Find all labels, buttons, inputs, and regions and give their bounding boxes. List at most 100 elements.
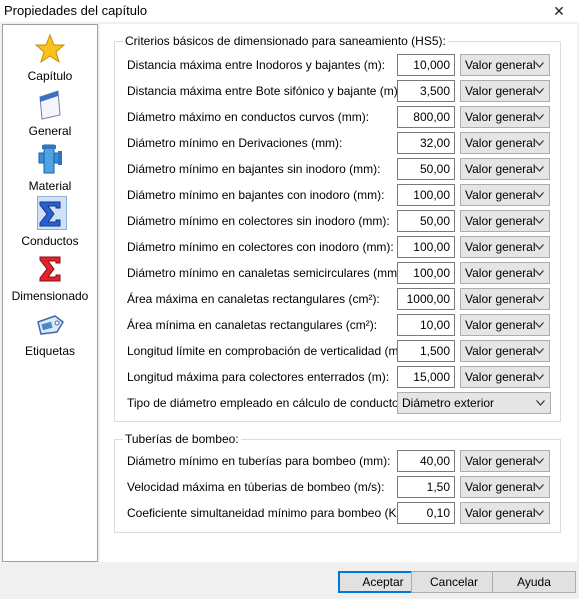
criterio-row: Longitud máxima para colectores enterrad… xyxy=(127,366,567,388)
dropdown-value: Valor general xyxy=(465,266,536,280)
sigma-blue-icon xyxy=(39,201,61,227)
sidebar-item-general[interactable]: General xyxy=(3,86,97,138)
value-input[interactable]: 800,00 xyxy=(397,106,455,128)
scope-dropdown[interactable]: Valor general xyxy=(460,54,550,76)
sidebar-item-material[interactable]: Material xyxy=(3,141,97,193)
row-label: Distancia máxima entre Inodoros y bajant… xyxy=(127,58,386,72)
row-label: Longitud límite en comprobación de verti… xyxy=(127,344,406,358)
scope-dropdown[interactable]: Valor general xyxy=(460,366,550,388)
chevron-down-icon xyxy=(535,192,544,198)
bombeo-row: Coeficiente simultaneidad mínimo para bo… xyxy=(127,502,567,524)
dropdown-value: Valor general xyxy=(465,188,536,202)
value-input[interactable]: 50,00 xyxy=(397,210,455,232)
tipo-diametro-row: Tipo de diámetro empleado en cálculo de … xyxy=(127,392,567,414)
star-icon xyxy=(35,33,65,64)
title-bar: Propiedades del capítulo ✕ xyxy=(0,0,579,22)
chevron-down-icon xyxy=(535,510,544,516)
dropdown-value: Valor general xyxy=(465,292,536,306)
scope-dropdown[interactable]: Valor general xyxy=(460,106,550,128)
bombeo-row: Velocidad máxima en túberias de bombeo (… xyxy=(127,476,567,498)
scope-dropdown[interactable]: Valor general xyxy=(460,502,550,524)
chevron-down-icon xyxy=(535,62,544,68)
sidebar-item-dimensionado[interactable]: Dimensionado xyxy=(3,251,97,303)
dropdown-value: Valor general xyxy=(465,370,536,384)
value-input[interactable]: 1,500 xyxy=(397,340,455,362)
criterio-row: Diámetro mínimo en bajantes sin inodoro … xyxy=(127,158,567,180)
help-button[interactable]: Ayuda xyxy=(492,571,576,593)
row-label: Longitud máxima para colectores enterrad… xyxy=(127,370,390,384)
close-icon[interactable]: ✕ xyxy=(549,1,569,21)
dropdown-value: Valor general xyxy=(465,506,536,520)
chevron-down-icon xyxy=(535,458,544,464)
sigma-red-icon xyxy=(39,256,61,282)
value-input[interactable]: 100,00 xyxy=(397,236,455,258)
sidebar-item-etiquetas[interactable]: Etiquetas xyxy=(3,306,97,358)
pipe-icon xyxy=(38,144,62,174)
value-input[interactable]: 100,00 xyxy=(397,262,455,284)
criterio-row: Diámetro mínimo en canaletas semicircula… xyxy=(127,262,567,284)
sidebar-item-capitulo[interactable]: Capítulo xyxy=(3,31,97,83)
row-label: Diámetro mínimo en colectores sin inodor… xyxy=(127,214,390,228)
sidebar-item-conductos[interactable]: Conductos xyxy=(3,196,97,248)
bombeo-group: Tuberías de bombeo: Diámetro mínimo en t… xyxy=(114,432,561,533)
scope-dropdown[interactable]: Valor general xyxy=(460,288,550,310)
value-input[interactable]: 50,00 xyxy=(397,158,455,180)
bombeo-legend: Tuberías de bombeo: xyxy=(123,432,241,446)
scope-dropdown[interactable]: Valor general xyxy=(460,450,550,472)
scope-dropdown[interactable]: Valor general xyxy=(460,340,550,362)
value-input[interactable]: 10,000 xyxy=(397,54,455,76)
bombeo-row: Diámetro mínimo en tuberías para bombeo … xyxy=(127,450,567,472)
scope-dropdown[interactable]: Valor general xyxy=(460,314,550,336)
row-label: Distancia máxima entre Bote sifónico y b… xyxy=(127,84,402,98)
criterio-row: Área mínima en canaletas rectangulares (… xyxy=(127,314,567,336)
value-input[interactable]: 10,00 xyxy=(397,314,455,336)
value-input[interactable]: 3,500 xyxy=(397,80,455,102)
scope-dropdown[interactable]: Valor general xyxy=(460,132,550,154)
dropdown-value: Valor general xyxy=(465,480,536,494)
chevron-down-icon xyxy=(535,218,544,224)
criterio-row: Distancia máxima entre Inodoros y bajant… xyxy=(127,54,567,76)
chevron-down-icon xyxy=(535,374,544,380)
chevron-down-icon xyxy=(535,114,544,120)
value-input[interactable]: 40,00 xyxy=(397,450,455,472)
window-title: Propiedades del capítulo xyxy=(4,3,148,18)
scope-dropdown[interactable]: Valor general xyxy=(460,184,550,206)
value-input[interactable]: 1000,00 xyxy=(397,288,455,310)
dropdown-value: Valor general xyxy=(465,318,536,332)
scope-dropdown[interactable]: Valor general xyxy=(460,476,550,498)
value-input[interactable]: 15,000 xyxy=(397,366,455,388)
value-input[interactable]: 100,00 xyxy=(397,184,455,206)
row-label: Coeficiente simultaneidad mínimo para bo… xyxy=(127,506,407,520)
scope-dropdown[interactable]: Valor general xyxy=(460,158,550,180)
criterios-legend: Criterios básicos de dimensionado para s… xyxy=(123,34,448,48)
criterio-row: Diámetro mínimo en bajantes con inodoro … xyxy=(127,184,567,206)
tipo-diametro-dropdown[interactable]: Diámetro exterior xyxy=(397,392,551,414)
chevron-down-icon xyxy=(535,88,544,94)
sidebar: Capítulo General Material Conductos Dime… xyxy=(2,24,98,562)
row-label: Diámetro mínimo en canaletas semicircula… xyxy=(127,266,405,280)
scope-dropdown[interactable]: Valor general xyxy=(460,210,550,232)
criterio-row: Diámetro mínimo en colectores sin inodor… xyxy=(127,210,567,232)
criterio-row: Diámetro máximo en conductos curvos (mm)… xyxy=(127,106,567,128)
value-input[interactable]: 0,10 xyxy=(397,502,455,524)
dropdown-value: Valor general xyxy=(465,110,536,124)
cancel-button[interactable]: Cancelar xyxy=(411,571,497,593)
dropdown-value: Valor general xyxy=(465,344,536,358)
sidebar-item-label: Conductos xyxy=(21,234,79,248)
tag-icon xyxy=(37,315,64,335)
criterio-row: Diámetro mínimo en Derivaciones (mm): 32… xyxy=(127,132,567,154)
sidebar-item-label: Capítulo xyxy=(27,69,73,83)
scope-dropdown[interactable]: Valor general xyxy=(460,236,550,258)
dropdown-value: Valor general xyxy=(465,136,536,150)
scope-dropdown[interactable]: Valor general xyxy=(460,262,550,284)
row-label: Velocidad máxima en túberias de bombeo (… xyxy=(127,480,385,494)
chevron-down-icon xyxy=(536,400,545,406)
row-label: Diámetro mínimo en colectores con inodor… xyxy=(127,240,394,254)
scope-dropdown[interactable]: Valor general xyxy=(460,80,550,102)
value-input[interactable]: 1,50 xyxy=(397,476,455,498)
dropdown-value: Valor general xyxy=(465,454,536,468)
panel-icon xyxy=(39,90,61,120)
value-input[interactable]: 32,00 xyxy=(397,132,455,154)
chevron-down-icon xyxy=(535,322,544,328)
chevron-down-icon xyxy=(535,166,544,172)
